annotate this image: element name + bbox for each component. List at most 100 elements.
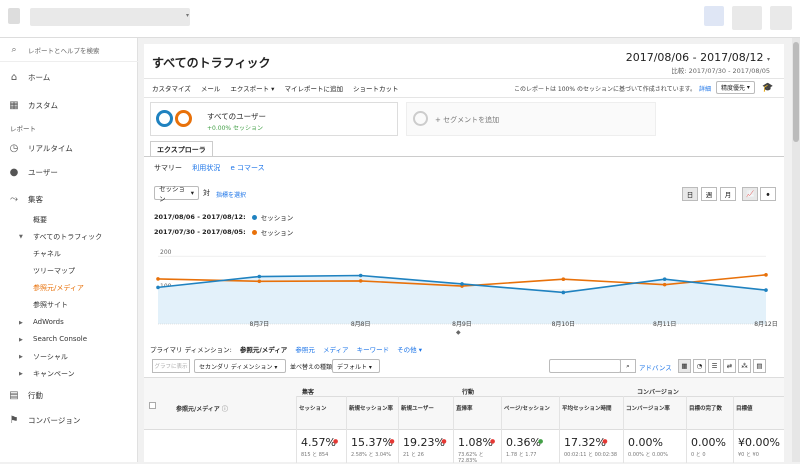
- x-tick-label: 8月12日: [754, 321, 777, 328]
- sidebar-item-behavior[interactable]: ▤ 行動: [0, 386, 138, 404]
- table-search-input[interactable]: [549, 359, 621, 373]
- subtab-summary[interactable]: サマリー: [154, 164, 182, 172]
- primary-dimension-label: プライマリ ディメンション:: [150, 346, 232, 354]
- segment-all-users[interactable]: すべてのユーザー +0.00% セッション: [150, 102, 398, 136]
- date-range-picker[interactable]: 2017/08/06 - 2017/08/12 ▾ 比較: 2017/07/30…: [626, 51, 770, 75]
- week-button[interactable]: 週: [701, 187, 717, 201]
- property-selector[interactable]: [30, 8, 190, 26]
- caret-right-icon[interactable]: ▶: [19, 371, 23, 377]
- total-value: 15.37%: [351, 436, 393, 449]
- plot-rows-button[interactable]: グラフに表示: [152, 359, 190, 373]
- account-selector[interactable]: [8, 8, 20, 24]
- avatar[interactable]: [704, 6, 724, 26]
- sidebar-item-adwords[interactable]: AdWords: [33, 318, 64, 326]
- sidebar-item-channels[interactable]: チャネル: [33, 249, 61, 259]
- column-header[interactable]: ページ/セッション: [504, 404, 560, 412]
- scrollbar-thumb[interactable]: [793, 42, 799, 142]
- column-header[interactable]: 新規ユーザー: [401, 404, 453, 412]
- empty-segment-icon: [413, 111, 428, 126]
- comparison-value: 73.62% と 72.83%: [458, 452, 484, 464]
- sidebar-item-realtime[interactable]: ◷ リアルタイム: [0, 139, 138, 157]
- secondary-dimension-select[interactable]: セカンダリ ディメンション ▾: [194, 359, 286, 373]
- choose-metric-link[interactable]: 指標を選択: [216, 190, 246, 199]
- help-search[interactable]: ⌕ レポートとヘルプを検索: [0, 38, 138, 62]
- customize-button[interactable]: カスタマイズ: [152, 83, 191, 93]
- resize-handle-icon[interactable]: ◆: [456, 329, 461, 336]
- column-header[interactable]: コンバージョン率: [626, 404, 686, 412]
- chevron-down-icon[interactable]: ▾: [186, 12, 189, 19]
- x-tick-label: 8月8日: [351, 321, 371, 328]
- column-header[interactable]: 平均セッション時間: [562, 404, 624, 412]
- comparison-value: 0 と 0: [691, 452, 706, 458]
- advanced-filter-link[interactable]: アドバンス: [639, 362, 672, 372]
- term-cloud-icon[interactable]: ⁂: [738, 359, 751, 373]
- column-divider: [623, 396, 624, 463]
- sidebar-item-campaigns[interactable]: キャンペーン: [33, 369, 75, 379]
- column-header[interactable]: 新規セッション率: [349, 404, 399, 412]
- caret-right-icon[interactable]: ▶: [19, 354, 23, 360]
- details-link[interactable]: 詳細: [699, 84, 711, 93]
- x-tick-label: 8月11日: [653, 321, 676, 328]
- group-behavior: 行動: [462, 389, 475, 396]
- graduation-cap-icon[interactable]: 🎓: [762, 83, 773, 93]
- dim-medium[interactable]: メディア: [323, 346, 349, 354]
- sidebar-item-search-console[interactable]: Search Console: [33, 335, 87, 343]
- table-view-icon[interactable]: ▦: [678, 359, 691, 373]
- column-header[interactable]: 目標の完了数: [689, 404, 733, 412]
- export-button[interactable]: エクスポート ▾: [230, 83, 274, 93]
- search-icon[interactable]: ⌕: [620, 359, 636, 373]
- subtab-ecommerce[interactable]: e コマース: [230, 164, 264, 172]
- sidebar: ⌕ レポートとヘルプを検索 ⌂ ホーム ▦ カスタム レポート ◷ リアルタイム ● ユ…: [0, 38, 138, 462]
- dim-source[interactable]: 参照元: [295, 346, 315, 354]
- trend-down-icon: ●: [441, 438, 447, 445]
- comparison-value: ¥0 と ¥0: [738, 452, 759, 458]
- dim-source-medium[interactable]: 参照元/メディア: [240, 346, 287, 354]
- add-to-dashboard-button[interactable]: マイレポートに追加: [284, 83, 343, 93]
- select-all-checkbox[interactable]: [149, 402, 156, 409]
- sidebar-item-referrals[interactable]: 参照サイト: [33, 300, 68, 310]
- subtab-usage[interactable]: 利用状況: [192, 164, 220, 172]
- sidebar-item-social[interactable]: ソーシャル: [33, 352, 68, 362]
- date-range: 2017/08/06 - 2017/08/12: [625, 51, 764, 64]
- account-menu[interactable]: [732, 6, 762, 30]
- month-button[interactable]: 月: [720, 187, 736, 201]
- sidebar-item-home[interactable]: ⌂ ホーム: [0, 68, 138, 86]
- apps-menu[interactable]: [770, 6, 792, 30]
- caret-right-icon[interactable]: ▶: [19, 337, 23, 343]
- home-icon: ⌂: [10, 71, 18, 83]
- pivot-view-icon[interactable]: ▤: [753, 359, 766, 373]
- pie-view-icon[interactable]: ◔: [693, 359, 706, 373]
- comparison-value: 21 と 26: [403, 452, 424, 458]
- add-segment[interactable]: + セグメントを追加: [406, 102, 656, 136]
- motion-chart-icon[interactable]: ⦁: [760, 187, 776, 201]
- sidebar-item-custom[interactable]: ▦ カスタム: [0, 96, 138, 114]
- sort-type-select[interactable]: デフォルト ▾: [332, 359, 380, 373]
- dim-keyword[interactable]: キーワード: [357, 346, 390, 354]
- column-header[interactable]: 目標値: [736, 404, 780, 412]
- sidebar-item-conversions[interactable]: ⚑ コンバージョン: [0, 411, 138, 429]
- email-button[interactable]: メール: [201, 83, 221, 93]
- column-header[interactable]: セッション: [299, 404, 347, 412]
- sidebar-item-treemap[interactable]: ツリーマップ: [33, 266, 75, 276]
- caret-right-icon[interactable]: ▶: [19, 320, 23, 326]
- precision-select[interactable]: 精度優先 ▾: [716, 81, 755, 94]
- dim-other[interactable]: その他 ▾: [397, 346, 422, 354]
- sidebar-item-source-medium[interactable]: 参照元/メディア: [33, 283, 84, 293]
- sidebar-item-user[interactable]: ● ユーザー: [0, 163, 138, 181]
- shortcut-button[interactable]: ショートカット: [353, 83, 399, 93]
- day-button[interactable]: 日: [682, 187, 698, 201]
- dim-column-header[interactable]: 参照元/メディア ⓘ: [176, 404, 228, 413]
- comparison-view-icon[interactable]: ⇄: [723, 359, 736, 373]
- sidebar-item-all-traffic[interactable]: すべてのトラフィック: [33, 232, 102, 242]
- performance-view-icon[interactable]: ☰: [708, 359, 721, 373]
- sidebar-item-overview[interactable]: 概要: [33, 215, 47, 225]
- caret-down-icon[interactable]: ▼: [19, 234, 23, 240]
- line-chart-icon[interactable]: 📈: [742, 187, 758, 201]
- data-table: 参照元/メディア ⓘ 集客 行動 コンバージョン セッション 4.57% ● 815 …: [144, 377, 784, 464]
- column-header[interactable]: 直帰率: [456, 404, 502, 412]
- tab-explorer[interactable]: エクスプローラ: [150, 141, 213, 157]
- metric-select[interactable]: セッション ▾: [154, 185, 199, 203]
- scrollbar[interactable]: [792, 38, 800, 462]
- search-input[interactable]: レポートとヘルプを検索: [28, 45, 100, 55]
- sidebar-item-acquisition[interactable]: ⤳ 集客: [0, 190, 138, 208]
